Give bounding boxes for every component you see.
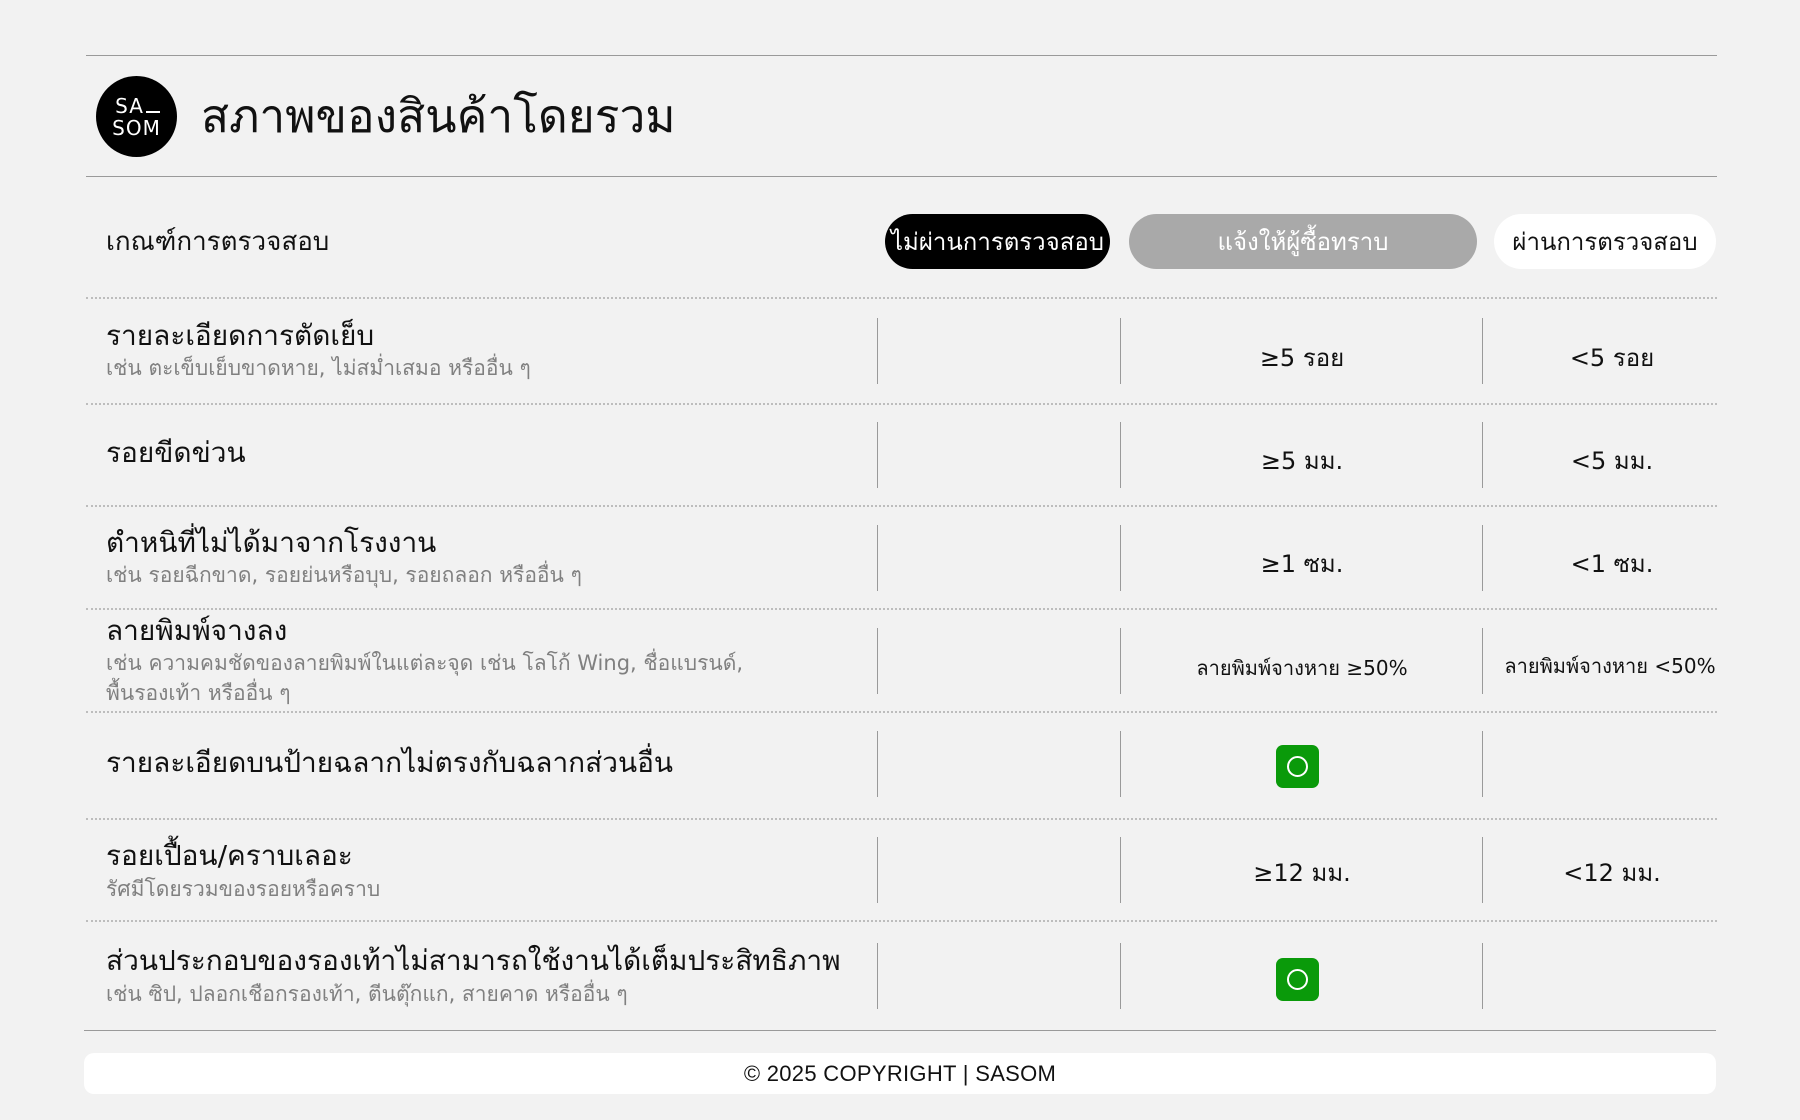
header-divider xyxy=(86,176,1717,177)
notify-value: ≥5 มม. xyxy=(1260,447,1344,475)
row-separator xyxy=(86,297,1717,299)
row-label: ส่วนประกอบของรองเท้าไม่สามารถใช้งานได้เต… xyxy=(106,944,841,977)
copyright-footer: © 2025 COPYRIGHT | SASOM xyxy=(84,1053,1716,1094)
top-divider xyxy=(86,55,1717,56)
column-divider xyxy=(1120,525,1121,591)
row-description: เช่น ตะเข็บเย็บขาดหาย, ไม่สม่ำเสมอ หรืออ… xyxy=(106,356,531,380)
column-divider xyxy=(1120,943,1121,1009)
notify-value: ≥1 ซม. xyxy=(1260,550,1344,578)
notify-value: ลายพิมพ์จางหาย ≥50% xyxy=(1196,656,1408,680)
column-divider xyxy=(1482,837,1483,903)
column-divider xyxy=(877,837,878,903)
row-description: รัศมีโดยรวมของรอยหรือคราบ xyxy=(106,877,381,901)
column-header-pass: ผ่านการตรวจสอบ xyxy=(1494,214,1716,269)
row-label: ตำหนิที่ไม่ได้มาจากโรงงาน xyxy=(106,526,437,559)
notify-value: ≥5 รอย xyxy=(1259,344,1345,372)
column-divider xyxy=(1120,731,1121,797)
row-separator xyxy=(86,608,1717,610)
column-divider xyxy=(1482,943,1483,1009)
sasom-logo: SA SOM xyxy=(96,76,177,157)
column-header-fail: ไม่ผ่านการตรวจสอบ xyxy=(885,214,1110,269)
pass-value: <5 มม. xyxy=(1570,447,1654,475)
row-label: รายละเอียดการตัดเย็บ xyxy=(106,319,375,352)
page-title: สภาพของสินค้าโดยรวม xyxy=(201,89,676,143)
check-icon xyxy=(1276,958,1319,1001)
notify-value: ≥12 มม. xyxy=(1253,859,1351,887)
column-divider xyxy=(877,422,878,488)
column-divider xyxy=(877,628,878,694)
pass-value: <5 รอย xyxy=(1569,344,1655,372)
row-description: เช่น รอยฉีกขาด, รอยย่นหรือบุบ, รอยถลอก ห… xyxy=(106,563,582,587)
row-separator xyxy=(86,403,1717,405)
pass-value: <12 มม. xyxy=(1563,859,1661,887)
column-divider xyxy=(1120,318,1121,384)
row-separator xyxy=(86,711,1717,713)
row-description: เช่น ซิป, ปลอกเชือกรองเท้า, ตีนตุ๊กแก, ส… xyxy=(106,982,628,1006)
column-divider xyxy=(877,943,878,1009)
criteria-header: เกณฑ์การตรวจสอบ xyxy=(106,227,330,257)
row-label: รอยขีดข่วน xyxy=(106,436,246,469)
page: SA SOM สภาพของสินค้าโดยรวม เกณฑ์การตรวจส… xyxy=(0,0,1800,1120)
column-divider xyxy=(1482,731,1483,797)
column-divider xyxy=(1120,837,1121,903)
row-label: ลายพิมพ์จางลง xyxy=(106,614,288,647)
row-description: เช่น ความคมชัดของลายพิมพ์ในแต่ละจุด เช่น… xyxy=(106,651,744,705)
pass-value: <1 ซม. xyxy=(1570,550,1654,578)
column-divider xyxy=(1482,525,1483,591)
column-header-notify-buyer: แจ้งให้ผู้ซื้อทราบ xyxy=(1129,214,1477,269)
row-separator xyxy=(86,505,1717,507)
column-divider xyxy=(1120,628,1121,694)
row-label: รายละเอียดบนป้ายฉลากไม่ตรงกับฉลากส่วนอื่… xyxy=(106,746,674,779)
column-divider xyxy=(1482,628,1483,694)
row-separator xyxy=(86,818,1717,820)
column-divider xyxy=(1482,318,1483,384)
pass-value: ลายพิมพ์จางหาย <50% xyxy=(1504,654,1716,678)
logo-line-2: SOM xyxy=(112,115,161,140)
column-divider xyxy=(1120,422,1121,488)
column-divider xyxy=(877,731,878,797)
column-divider xyxy=(877,318,878,384)
row-separator xyxy=(86,920,1717,922)
column-divider xyxy=(877,525,878,591)
row-label: รอยเปื้อน/คราบเลอะ xyxy=(106,839,353,872)
bottom-divider xyxy=(84,1030,1716,1031)
logo-line-1: SA xyxy=(115,95,160,117)
check-icon xyxy=(1276,745,1319,788)
column-divider xyxy=(1482,422,1483,488)
